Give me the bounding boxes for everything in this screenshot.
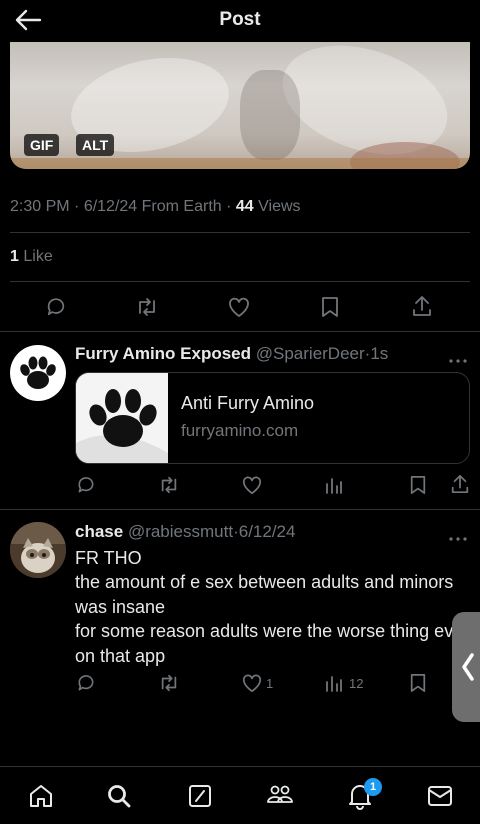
top-bar: Post — [0, 0, 480, 42]
communities-icon[interactable] — [266, 782, 294, 810]
paw-icon — [76, 373, 168, 463]
link-card-title: Anti Furry Amino — [181, 393, 315, 413]
reply-header: Furry Amino Exposed @SparierDeer·1s — [75, 344, 389, 363]
handle[interactable]: @rabiessmutt — [128, 522, 233, 541]
reply-time: 6/12/24 — [238, 522, 296, 541]
views-icon[interactable] — [325, 673, 343, 693]
avatar[interactable] — [10, 522, 66, 578]
side-panel-handle[interactable] — [452, 612, 480, 722]
link-card-domain: furryamino.com — [181, 421, 299, 440]
divider — [0, 509, 480, 510]
like-icon[interactable] — [241, 673, 263, 693]
like-count: 1 — [266, 676, 274, 691]
chevron-left-icon — [460, 652, 476, 687]
reply-icon[interactable] — [45, 296, 67, 318]
likes-count: 1 — [10, 248, 19, 265]
bookmark-icon[interactable] — [320, 295, 340, 319]
divider — [10, 232, 470, 233]
like-icon[interactable] — [241, 475, 263, 495]
retweet-icon[interactable] — [158, 475, 180, 495]
avatar[interactable] — [10, 345, 66, 401]
more-icon[interactable] — [448, 529, 468, 541]
display-name[interactable]: Furry Amino Exposed — [75, 344, 251, 363]
page-title: Post — [219, 9, 261, 30]
bookmark-icon[interactable] — [409, 672, 427, 694]
paw-icon — [11, 346, 65, 400]
reply-icon[interactable] — [76, 475, 96, 495]
reply-icon[interactable] — [76, 673, 96, 693]
notification-badge: 1 — [364, 778, 382, 796]
share-icon[interactable] — [450, 473, 470, 495]
more-icon[interactable] — [448, 351, 468, 363]
compose-icon[interactable] — [187, 783, 213, 809]
cat-photo-avatar — [10, 522, 66, 578]
reply-text: FR THO the amount of e sex between adult… — [75, 546, 475, 668]
views-icon[interactable] — [325, 475, 343, 495]
post-time: 2:30 PM — [10, 198, 70, 215]
alt-badge[interactable]: ALT — [76, 134, 115, 156]
post-media-gif[interactable]: GIF ALT — [10, 30, 470, 169]
messages-icon[interactable] — [427, 784, 453, 808]
view-count: 12 — [349, 676, 364, 691]
reply-text-line: FR THO — [75, 548, 142, 568]
divider — [10, 281, 470, 282]
link-card[interactable]: Anti Furry Amino furryamino.com — [75, 372, 470, 464]
reply-time: 1s — [370, 344, 389, 363]
link-card-thumbnail — [76, 373, 168, 463]
gif-badge: GIF — [24, 134, 60, 156]
bookmark-icon[interactable] — [409, 474, 427, 496]
post-meta: 2:30 PM · 6/12/24 From Earth · 44 Views — [10, 198, 301, 215]
retweet-icon[interactable] — [135, 296, 159, 318]
reply-header: chase @rabiessmutt·6/12/24 — [75, 522, 296, 541]
post-source: From Earth — [141, 198, 222, 215]
display-name[interactable]: chase — [75, 522, 123, 541]
bottom-nav — [0, 766, 480, 824]
views-label: Views — [258, 198, 301, 215]
home-icon[interactable] — [28, 783, 54, 809]
handle[interactable]: @SparierDeer — [256, 344, 365, 363]
reply-text-line: for some reason adults were the worse th… — [75, 621, 470, 666]
views-count: 44 — [235, 198, 254, 215]
post-action-bar — [0, 290, 480, 324]
divider — [0, 331, 480, 332]
search-icon[interactable] — [106, 783, 132, 809]
retweet-icon[interactable] — [158, 673, 180, 693]
reply-text-line: the amount of e sex between adults and m… — [75, 572, 454, 617]
likes-label: Like — [23, 248, 53, 265]
post-date: 6/12/24 — [83, 198, 138, 215]
like-icon[interactable] — [227, 296, 251, 318]
share-icon[interactable] — [411, 294, 433, 318]
likes-summary[interactable]: 1 Like — [10, 248, 53, 266]
